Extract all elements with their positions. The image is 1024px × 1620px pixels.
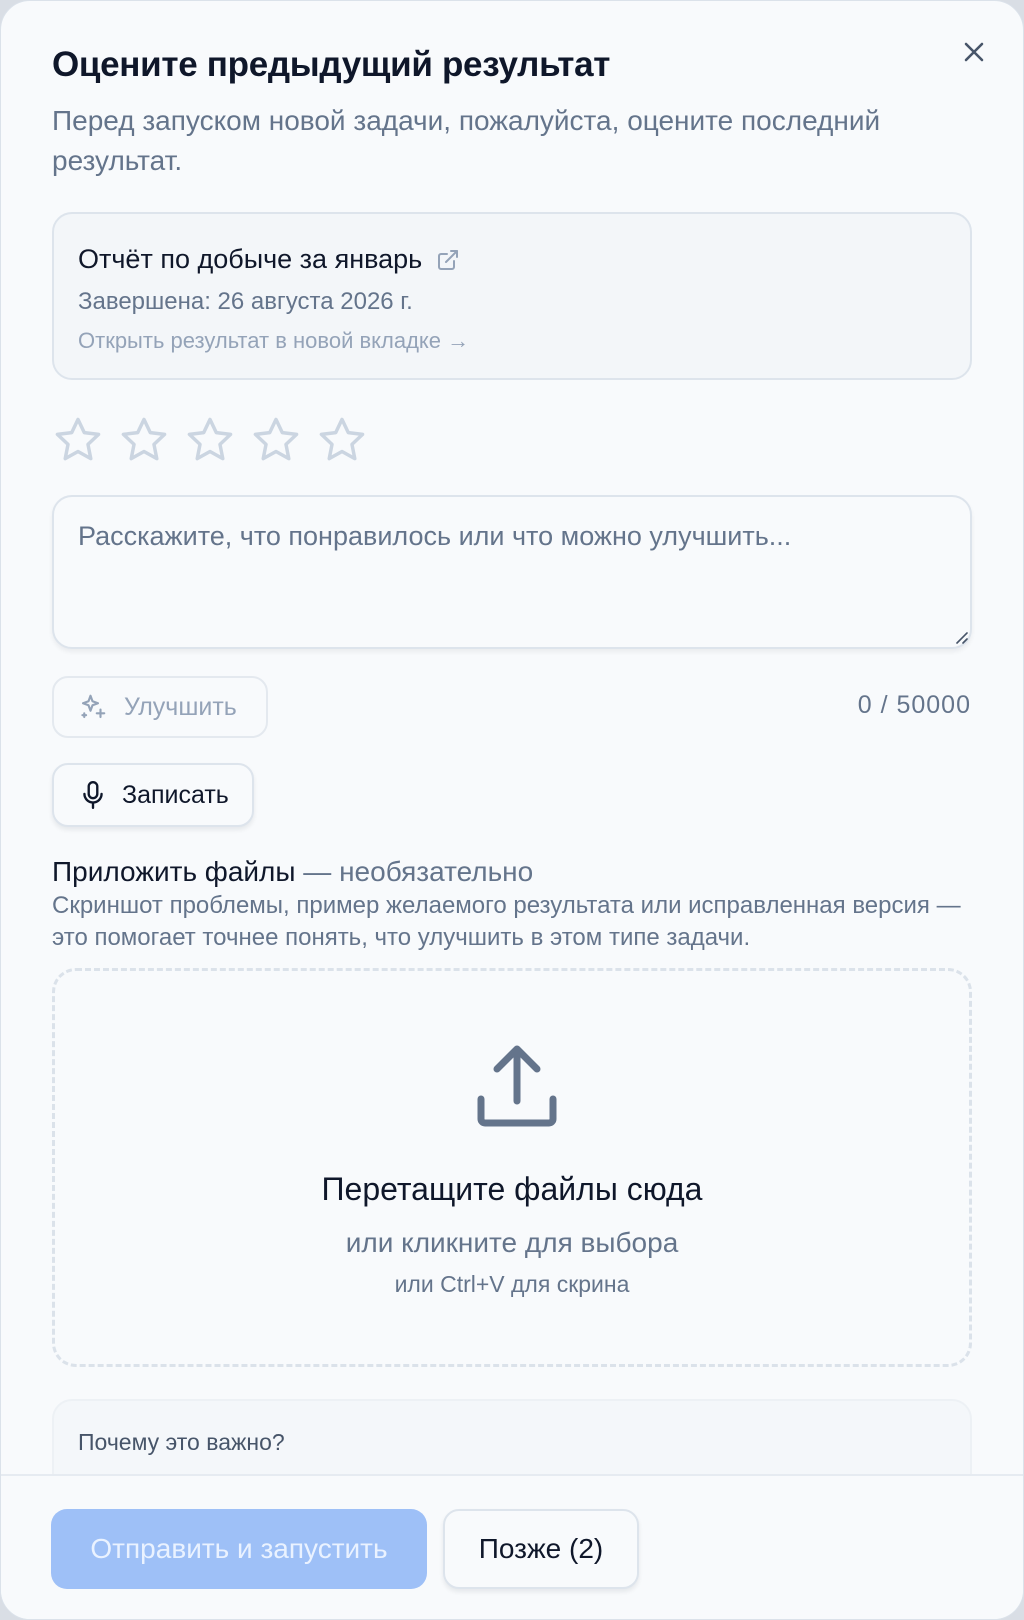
char-counter: 0 / 50000 <box>857 691 971 719</box>
star-icon-2[interactable] <box>118 414 170 466</box>
upload-icon <box>477 1045 557 1127</box>
why-important-title: Почему это важно? <box>78 1429 285 1455</box>
dropzone-title: Перетащите файлы сюда <box>321 1171 703 1207</box>
attach-description: Скриншот проблемы, пример желаемого резу… <box>52 892 961 951</box>
star-icon-3[interactable] <box>184 414 236 466</box>
external-link-icon[interactable] <box>436 248 460 272</box>
close-icon <box>964 42 984 62</box>
result-title-row[interactable]: Отчёт по добыче за январь <box>78 244 460 275</box>
sparkles-icon <box>81 694 106 719</box>
star-rating <box>52 414 368 466</box>
attach-optional-note: — необязательно <box>295 856 534 887</box>
star-icon-4[interactable] <box>250 414 302 466</box>
file-dropzone[interactable]: Перетащите файлы сюда или кликните для в… <box>52 968 972 1367</box>
dropzone-hint: или Ctrl+V для скрина <box>394 1271 630 1297</box>
attach-heading: Приложить файлы — необязательно <box>52 856 533 888</box>
attach-title: Приложить файлы <box>52 856 296 887</box>
previous-result-card: Отчёт по добыче за январь Завершена: 26 … <box>52 212 972 380</box>
dialog-subtitle: Перед запуском новой задачи, пожалуйста,… <box>52 105 881 176</box>
record-button[interactable]: Записать <box>52 763 254 827</box>
record-button-label: Записать <box>122 780 229 809</box>
improve-button[interactable]: Улучшить <box>52 676 268 738</box>
later-button[interactable]: Позже (2) <box>443 1509 639 1589</box>
microphone-icon <box>83 780 103 810</box>
result-date: Завершена: 26 августа 2026 г. <box>78 288 413 315</box>
dialog-footer: Отправить и запустить Позже (2) <box>1 1474 1023 1619</box>
result-title: Отчёт по добыче за январь <box>78 244 423 274</box>
close-button[interactable] <box>957 35 991 69</box>
improve-button-label: Улучшить <box>124 692 237 721</box>
star-icon-1[interactable] <box>52 414 104 466</box>
star-icon-5[interactable] <box>316 414 368 466</box>
submit-and-run-button[interactable]: Отправить и запустить <box>51 1509 427 1589</box>
rating-dialog: Оцените предыдущий результат Перед запус… <box>0 0 1024 1620</box>
feedback-textarea[interactable] <box>52 495 972 649</box>
open-result-link[interactable]: Открыть результат в новой вкладке → <box>78 328 469 354</box>
dropzone-subtitle: или кликните для выбора <box>345 1227 679 1258</box>
resize-handle-icon[interactable] <box>953 629 969 645</box>
dialog-title: Оцените предыдущий результат <box>52 45 611 84</box>
